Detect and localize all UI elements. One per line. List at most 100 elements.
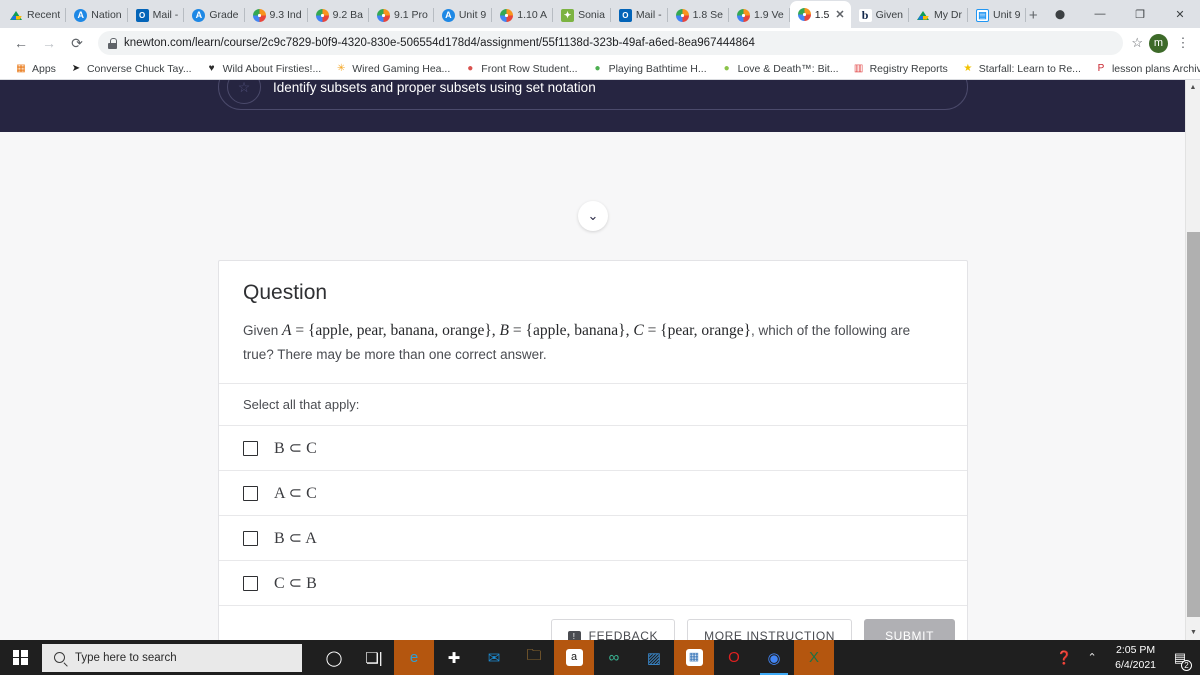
answer-option[interactable]: B ⊂ C (219, 426, 967, 472)
bookmark-item[interactable]: ▥ Registry Reports (846, 63, 955, 75)
answer-option[interactable]: C ⊂ B (219, 561, 967, 607)
star-badge-icon: ☆ (227, 80, 261, 104)
action-center-icon[interactable]: ▤ 2 (1166, 640, 1194, 675)
forward-button[interactable]: → (36, 30, 62, 56)
opera-icon[interactable]: O (714, 640, 754, 675)
zombie-icon: ● (723, 62, 730, 74)
bookmark-item[interactable]: ● Playing Bathtime H... (585, 63, 714, 75)
browser-tab[interactable]: 9.1 Pro (369, 2, 434, 28)
file-explorer-icon[interactable]: 🗀 (514, 640, 554, 675)
tab-label: 1.9 Ve (753, 9, 784, 21)
knewton-icon (376, 8, 390, 22)
browser-tab[interactable]: 1.9 Ve (729, 2, 790, 28)
scroll-up-arrow[interactable]: ▲ (1186, 80, 1200, 95)
mail-icon[interactable]: ✉ (474, 640, 514, 675)
browser-tab[interactable]: 1.8 Se (668, 2, 729, 28)
tab-strip: Recent Nation Mail - Grade 9.3 Ind 9.2 Ba 9.1 … (0, 0, 1200, 28)
browser-tab[interactable]: Nation (66, 2, 128, 28)
bookmark-label: Front Row Student... (481, 62, 578, 75)
browser-tab[interactable]: 1.5 ✕ (789, 1, 851, 28)
knewton-icon (675, 8, 689, 22)
system-tray: ❓ ⌃ 2:05 PM 6/4/2021 ▤ 2 (1051, 640, 1200, 675)
taskbar-icon-glyph: O (728, 649, 740, 666)
cast-icon[interactable]: ⬤ (1040, 0, 1080, 28)
bookmark-item[interactable]: ➤ Converse Chuck Tay... (63, 63, 199, 75)
close-window-button[interactable]: ✕ (1160, 0, 1200, 28)
knewton-icon (252, 8, 266, 22)
browser-tab[interactable]: Sonia (553, 2, 611, 28)
browser-tab[interactable]: Recent (2, 2, 67, 28)
more-instruction-button[interactable]: MORE INSTRUCTION (687, 619, 853, 640)
objective-card[interactable]: ☆ Identify subsets and proper subsets us… (218, 80, 968, 110)
browser-tab[interactable]: Unit 9 (434, 2, 493, 28)
option-checkbox[interactable] (243, 575, 258, 591)
maximize-button[interactable]: ❐ (1120, 0, 1160, 28)
taskbar-icon-glyph: X (808, 649, 819, 666)
edge-legacy-icon[interactable]: ∞ (594, 640, 634, 675)
option-checkbox[interactable] (243, 485, 258, 501)
browser-tab[interactable]: 1.10 A (492, 2, 553, 28)
help-circle-icon[interactable]: ❓ (1051, 640, 1077, 675)
browser-tab[interactable]: My Dr (909, 2, 968, 28)
tray-overflow-icon[interactable]: ⌃ (1079, 640, 1105, 675)
address-bar[interactable]: knewton.com/learn/course/2c9c7829-b0f9-4… (98, 31, 1124, 55)
answer-option[interactable]: A ⊂ C (219, 471, 967, 517)
option-checkbox[interactable] (243, 440, 258, 456)
bookmark-item[interactable]: ● Love & Death™: Bit... (714, 63, 846, 75)
bookmark-item[interactable]: ♥ Wild About Firsties!... (199, 63, 329, 75)
minimize-button[interactable]: — (1080, 0, 1120, 28)
browser-menu-button[interactable]: ⋮ (1174, 35, 1192, 51)
bookmark-item[interactable]: ★ Starfall: Learn to Re... (955, 63, 1088, 75)
bookmark-label: Starfall: Learn to Re... (978, 62, 1081, 75)
bookmark-item[interactable]: Plesson plans Archiv... (1088, 63, 1200, 75)
clock[interactable]: 2:05 PM 6/4/2021 (1107, 643, 1164, 671)
option-label: B ⊂ C (274, 440, 317, 458)
browser-tab[interactable]: Grade (184, 2, 245, 28)
question-card: Question Given A = {apple, pear, banana,… (218, 260, 968, 640)
answer-option[interactable]: B ⊂ A (219, 516, 967, 562)
tab-label: Unit 9 (458, 9, 487, 21)
browser-tab[interactable]: 9.2 Ba (308, 2, 369, 28)
start-button[interactable] (0, 640, 40, 675)
tab-label: Sonia (578, 9, 605, 21)
dropbox-icon[interactable]: ✚ (434, 640, 474, 675)
browser-tab[interactable]: Unit 9 (968, 2, 1027, 28)
browser-tab[interactable]: Mail - (128, 2, 185, 28)
bookmark-item[interactable]: ▦ Apps (8, 63, 63, 75)
microsoft-store-icon[interactable]: ▦ (674, 640, 714, 675)
windows-taskbar: Type here to search ◯ ❏| e ✚ ✉ 🗀 a ∞ ▨ ▦ O ◉ X ❓ ⌃ 2… (0, 640, 1200, 675)
browser-tab[interactable]: 9.3 Ind (245, 2, 308, 28)
browser-tab[interactable]: Given (851, 2, 909, 28)
drive-icon (10, 9, 23, 22)
option-checkbox[interactable] (243, 530, 258, 546)
collapse-banner-button[interactable]: ⌄ (578, 201, 608, 231)
apps-grid-icon: ▦ (16, 62, 26, 74)
taskbar-icon-glyph: ◉ (767, 649, 781, 667)
profile-avatar[interactable]: m (1149, 33, 1168, 53)
feedback-button[interactable]: ! FEEDBACK (550, 619, 676, 640)
submit-button[interactable]: SUBMIT (864, 619, 955, 640)
speech-bubble-icon: ! (567, 630, 581, 640)
close-tab-button[interactable]: ✕ (835, 8, 844, 21)
scrollbar-thumb[interactable] (1187, 232, 1200, 617)
google-chrome-icon[interactable]: ◉ (754, 640, 794, 675)
excel-icon[interactable]: X (794, 640, 834, 675)
task-view-icon[interactable]: ❏| (354, 640, 394, 675)
bookmark-label: Love & Death™: Bit... (737, 62, 839, 75)
bookmark-star-icon[interactable]: ☆ (1131, 35, 1143, 51)
browser-tab[interactable]: Mail - (611, 2, 668, 28)
reload-button[interactable]: ⟳ (64, 30, 90, 56)
microsoft-edge-icon[interactable]: e (394, 640, 434, 675)
drive-icon (917, 9, 930, 22)
amazon-icon[interactable]: a (554, 640, 594, 675)
tab-label: Grade (209, 9, 239, 21)
bookmark-item[interactable]: ● Front Row Student... (457, 63, 584, 75)
cortana-icon[interactable]: ◯ (314, 640, 354, 675)
bookmark-item[interactable]: ✳ Wired Gaming Hea... (328, 63, 457, 75)
vertical-scrollbar[interactable]: ▲ ▼ (1185, 80, 1200, 640)
scroll-down-arrow[interactable]: ▼ (1186, 625, 1200, 640)
search-input[interactable]: Type here to search (42, 643, 302, 672)
new-tab-button[interactable]: + (1026, 2, 1040, 28)
photos-icon[interactable]: ▨ (634, 640, 674, 675)
back-button[interactable]: ← (8, 30, 34, 56)
